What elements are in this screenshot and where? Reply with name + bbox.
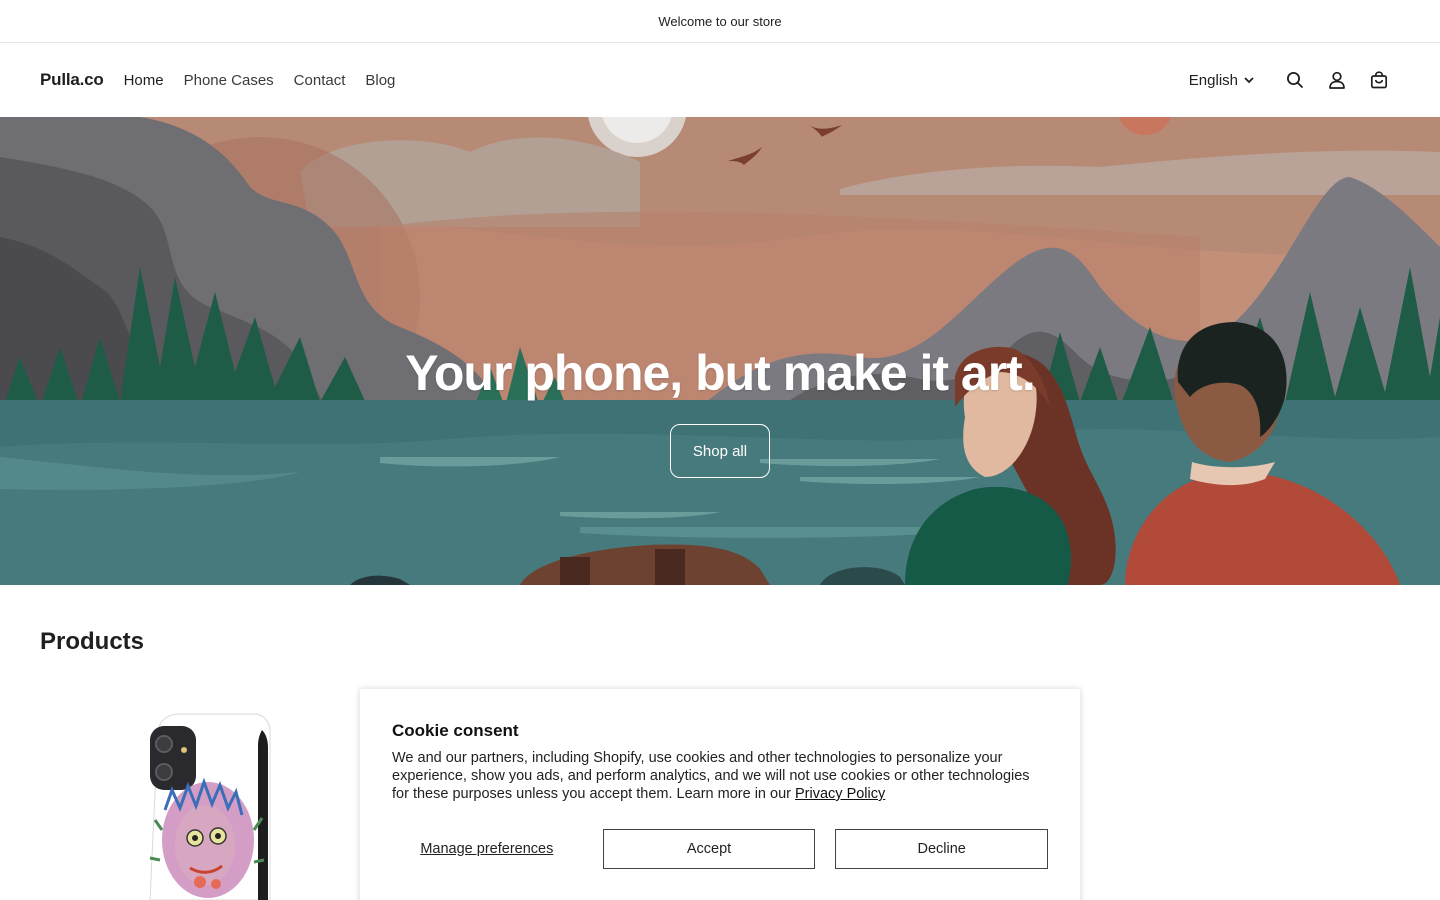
products-heading: Products	[40, 628, 145, 655]
hero-banner: Your phone, but make it art. Shop all	[0, 117, 1440, 585]
nav-phone-cases[interactable]: Phone Cases	[174, 72, 284, 89]
announcement-text: Welcome to our store	[658, 13, 782, 29]
search-icon	[1287, 72, 1303, 88]
hero-content: Your phone, but make it art. Shop all	[0, 117, 1440, 585]
language-selector[interactable]: English	[1189, 72, 1254, 89]
language-label: English	[1188, 71, 1238, 89]
store-logo[interactable]: Pulla.co	[40, 70, 104, 90]
main-nav: Home Phone Cases Contact Blog	[124, 72, 406, 89]
manage-preferences-link[interactable]: Manage preferences	[392, 841, 582, 857]
account-button[interactable]	[1316, 59, 1358, 101]
header-actions: English	[1189, 59, 1400, 101]
privacy-policy-link[interactable]: Privacy Policy	[795, 786, 885, 802]
account-icon	[1329, 71, 1345, 89]
decline-button[interactable]: Decline	[835, 829, 1048, 869]
accept-button[interactable]: Accept	[602, 829, 816, 869]
nav-home[interactable]: Home	[124, 72, 174, 89]
site-header: Pulla.co Home Phone Cases Contact Blog E…	[0, 43, 1440, 117]
product-image	[149, 713, 271, 900]
cookie-actions: Manage preferences Accept Decline	[392, 829, 1048, 869]
search-button[interactable]	[1274, 59, 1316, 101]
hero-title: Your phone, but make it art.	[405, 345, 1035, 401]
cookie-consent-dialog: Cookie consent We and our partners, incl…	[360, 689, 1080, 900]
product-card[interactable]	[40, 690, 340, 900]
cookie-description: We and our partners, including Shopify, …	[392, 749, 1048, 803]
announcement-bar: Welcome to our store	[0, 0, 1440, 43]
nav-contact[interactable]: Contact	[284, 72, 356, 89]
chevron-down-icon	[1244, 76, 1254, 83]
nav-blog[interactable]: Blog	[355, 72, 405, 89]
cart-button[interactable]	[1358, 59, 1400, 101]
cart-icon	[1370, 71, 1388, 89]
cookie-title: Cookie consent	[392, 721, 519, 740]
cookie-body-text: We and our partners, including Shopify, …	[392, 750, 1030, 802]
shop-all-button[interactable]: Shop all	[670, 424, 770, 478]
